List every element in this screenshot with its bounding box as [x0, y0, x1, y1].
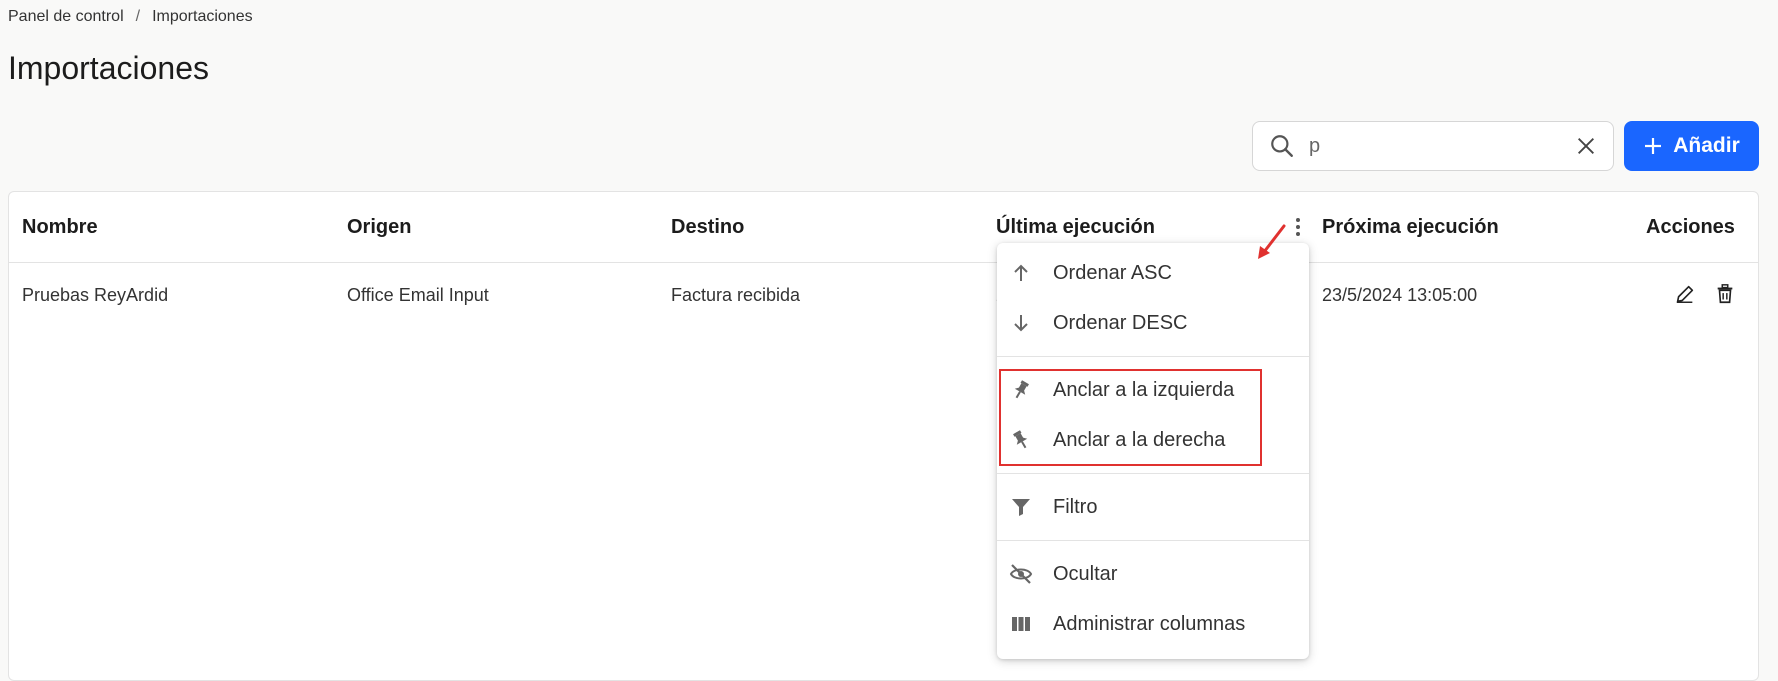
clear-icon[interactable] [1575, 135, 1597, 157]
cell-proxima-ejecucion: 23/5/2024 13:05:00 [1322, 285, 1478, 305]
menu-divider [997, 356, 1309, 357]
search-input[interactable] [1309, 134, 1575, 158]
menu-item-anclar-derecha[interactable]: Anclar a la derecha [997, 415, 1309, 465]
menu-item-label: Ordenar DESC [1053, 311, 1188, 334]
arrow-down-icon [1009, 311, 1033, 335]
menu-item-filtro[interactable]: Filtro [997, 482, 1309, 532]
column-header-destino[interactable]: Destino [671, 216, 744, 239]
column-header-proxima-ejecucion[interactable]: Próxima ejecución [1322, 216, 1499, 239]
menu-item-ordenar-asc[interactable]: Ordenar ASC [997, 248, 1309, 298]
cell-destino: Factura recibida [671, 285, 801, 305]
column-menu-button[interactable] [1285, 214, 1311, 240]
menu-item-label: Filtro [1053, 495, 1098, 518]
eye-off-icon [1009, 562, 1033, 586]
menu-item-label: Ordenar ASC [1053, 261, 1172, 284]
menu-divider [997, 540, 1309, 541]
pin-left-icon [1009, 378, 1033, 402]
breadcrumb-separator: / [135, 8, 141, 25]
breadcrumb: Panel de control / Importaciones [8, 8, 253, 26]
column-header-origen[interactable]: Origen [347, 216, 411, 239]
menu-item-ocultar[interactable]: Ocultar [997, 549, 1309, 599]
plus-icon [1643, 136, 1663, 156]
menu-item-label: Anclar a la derecha [1053, 428, 1226, 451]
kebab-menu-icon [1296, 218, 1300, 236]
add-button[interactable]: Añadir [1624, 121, 1759, 171]
menu-item-label: Anclar a la izquierda [1053, 378, 1235, 401]
cell-nombre: Pruebas ReyArdid [22, 285, 169, 305]
filter-icon [1009, 495, 1033, 519]
row-actions [1674, 283, 1736, 305]
columns-icon [1009, 612, 1033, 636]
menu-item-label: Ocultar [1053, 562, 1118, 585]
search-box[interactable] [1252, 121, 1614, 171]
pin-right-icon [1009, 428, 1033, 452]
edit-icon[interactable] [1674, 283, 1696, 305]
page-title: Importaciones [8, 50, 209, 86]
column-header-acciones: Acciones [1646, 215, 1735, 238]
menu-divider [997, 473, 1309, 474]
add-button-label: Añadir [1673, 134, 1740, 157]
cell-origen: Office Email Input [347, 285, 489, 305]
column-header-ultima-ejecucion[interactable]: Última ejecución [996, 216, 1155, 239]
menu-item-ordenar-desc[interactable]: Ordenar DESC [997, 298, 1309, 348]
column-header-nombre[interactable]: Nombre [22, 216, 98, 239]
arrow-up-icon [1009, 261, 1033, 285]
search-icon [1269, 133, 1295, 159]
breadcrumb-item-importaciones: Importaciones [152, 8, 253, 25]
menu-item-anclar-izquierda[interactable]: Anclar a la izquierda [997, 365, 1309, 415]
imports-table: Nombre Origen Destino Última ejecución P… [8, 191, 1759, 681]
column-menu: Ordenar ASC Ordenar DESC Anclar a la izq… [997, 243, 1309, 659]
table-header: Nombre Origen Destino Última ejecución P… [9, 192, 1758, 263]
table-row[interactable]: Pruebas ReyArdid Office Email Input Fact… [9, 263, 1758, 327]
menu-item-administrar-columnas[interactable]: Administrar columnas [997, 599, 1309, 649]
breadcrumb-item-panel[interactable]: Panel de control [8, 8, 124, 26]
delete-icon[interactable] [1714, 283, 1736, 305]
menu-item-label: Administrar columnas [1053, 612, 1246, 635]
